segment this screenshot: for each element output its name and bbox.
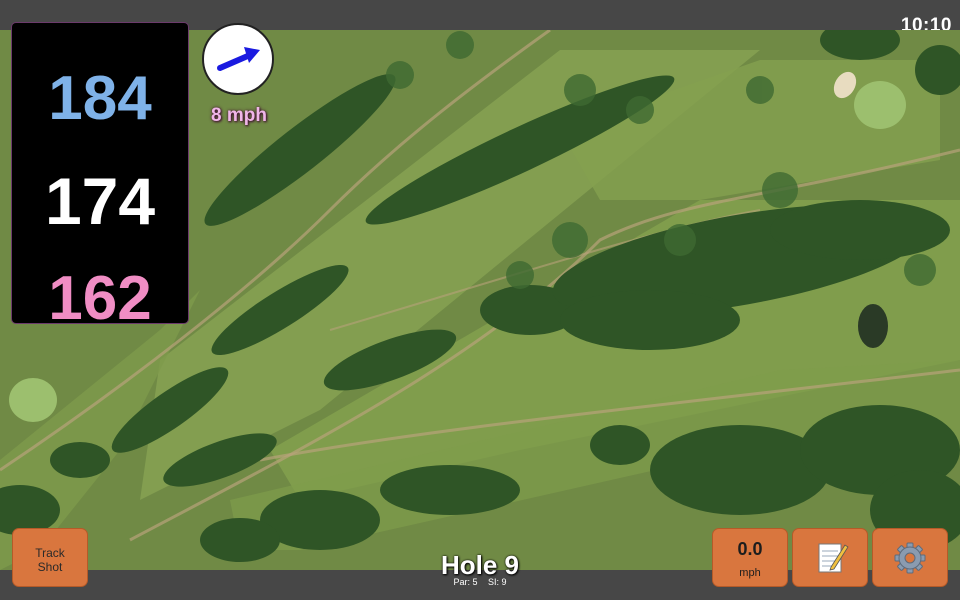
speed-button[interactable]: 0.0 mph [712, 528, 788, 587]
stroke-index-label: SI: 9 [488, 577, 507, 587]
wind-speed-label: 8 mph [211, 105, 267, 126]
front-of-green-distance: 162 [48, 264, 152, 333]
gear-icon [894, 542, 926, 574]
track-shot-label-line2: Shot [37, 560, 63, 574]
back-of-green-distance: 184 [48, 64, 152, 133]
notes-button[interactable] [792, 528, 868, 587]
par-label: Par: 5 [453, 577, 478, 587]
notepad-icon [818, 543, 849, 573]
wind-direction-compass [202, 23, 274, 95]
track-shot-label-line1: Track [35, 546, 65, 560]
hole-info: Par: 5 SI: 9 [380, 577, 580, 587]
speed-value: 0.0 [737, 539, 763, 559]
settings-button[interactable] [872, 528, 948, 587]
speed-unit: mph [739, 567, 761, 579]
middle-of-green-distance: 174 [44, 164, 156, 238]
distance-panel: 184 174 162 [12, 23, 188, 333]
track-shot-button[interactable]: Track Shot [12, 528, 88, 587]
arrow-icon [217, 47, 260, 71]
